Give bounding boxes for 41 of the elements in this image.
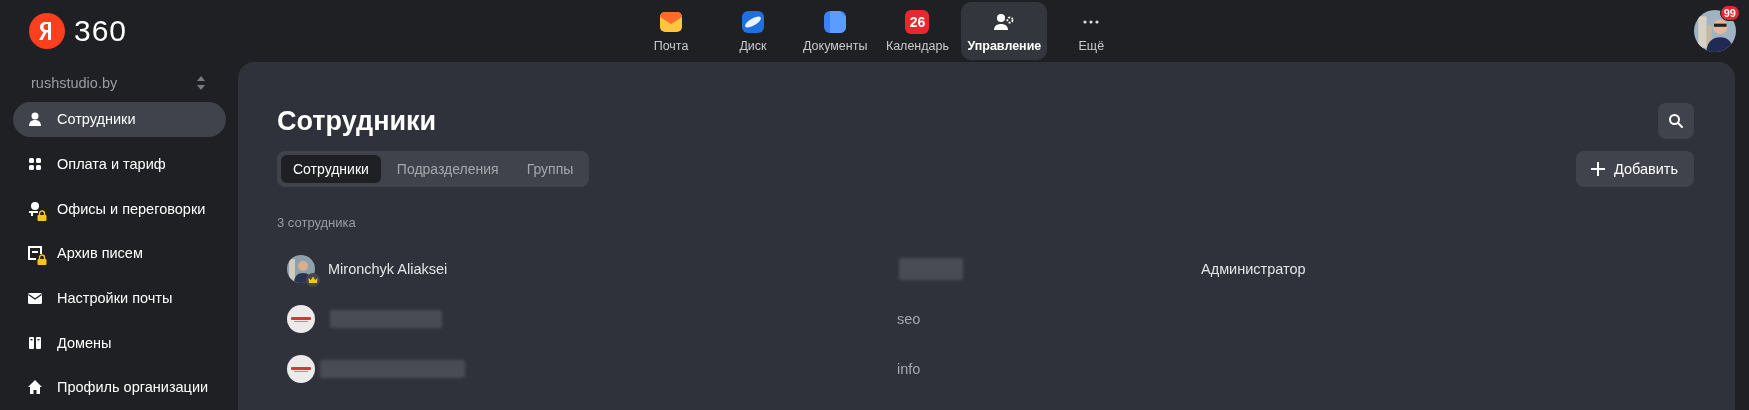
tab[interactable]: Подразделения <box>384 155 511 183</box>
sidebar-item[interactable]: Профиль организации <box>13 369 226 405</box>
sidebar-item[interactable]: Оплата и тариф <box>13 146 226 182</box>
mail-icon <box>659 9 683 34</box>
sidebar-item[interactable]: Сотрудники <box>13 101 226 138</box>
plus-icon <box>1589 161 1606 177</box>
page-title: Сотрудники <box>277 105 437 137</box>
app-tab[interactable]: 26 Календарь <box>879 2 956 60</box>
more-icon <box>1083 19 1100 24</box>
blurred-department <box>899 258 963 280</box>
search-icon <box>1668 113 1684 129</box>
department: info <box>897 361 921 377</box>
documents-icon <box>823 9 848 34</box>
archive-icon <box>27 245 43 262</box>
person-icon <box>27 111 43 128</box>
grid-icon <box>27 156 43 173</box>
add-button[interactable]: Добавить <box>1575 151 1694 187</box>
search-button[interactable] <box>1658 103 1694 139</box>
calendar-icon: 26 <box>905 9 930 34</box>
role: Администратор <box>1201 261 1306 277</box>
app-tab[interactable]: Диск <box>715 2 791 60</box>
organization-switcher[interactable]: rushstudio.by <box>13 68 226 98</box>
app-tab[interactable]: Почта <box>633 2 709 60</box>
home-icon <box>27 379 43 396</box>
notification-badge: 99 <box>1719 5 1740 21</box>
sidebar-item[interactable]: Офисы и переговорки <box>13 190 226 227</box>
logo-text: 360 <box>74 14 128 48</box>
employee-name: Mironchyk Aliaksei <box>328 261 448 277</box>
logo-icon <box>29 13 65 49</box>
department: seo <box>897 311 921 327</box>
sidebar-item[interactable]: Домены <box>13 324 226 361</box>
sort-icon <box>197 75 205 90</box>
tab[interactable]: Группы <box>514 155 586 183</box>
sidebar-item[interactable]: Настройки почты <box>13 280 226 316</box>
app-tab[interactable]: Документы <box>797 2 874 60</box>
domains-icon <box>27 334 43 351</box>
app-tab[interactable]: Ещё <box>1053 2 1130 60</box>
sidebar-item[interactable]: Архив писем <box>13 235 226 272</box>
tab[interactable]: Сотрудники <box>281 155 381 183</box>
employee-count: 3 сотрудника <box>277 215 357 230</box>
app-tab[interactable]: Управление <box>961 2 1048 60</box>
